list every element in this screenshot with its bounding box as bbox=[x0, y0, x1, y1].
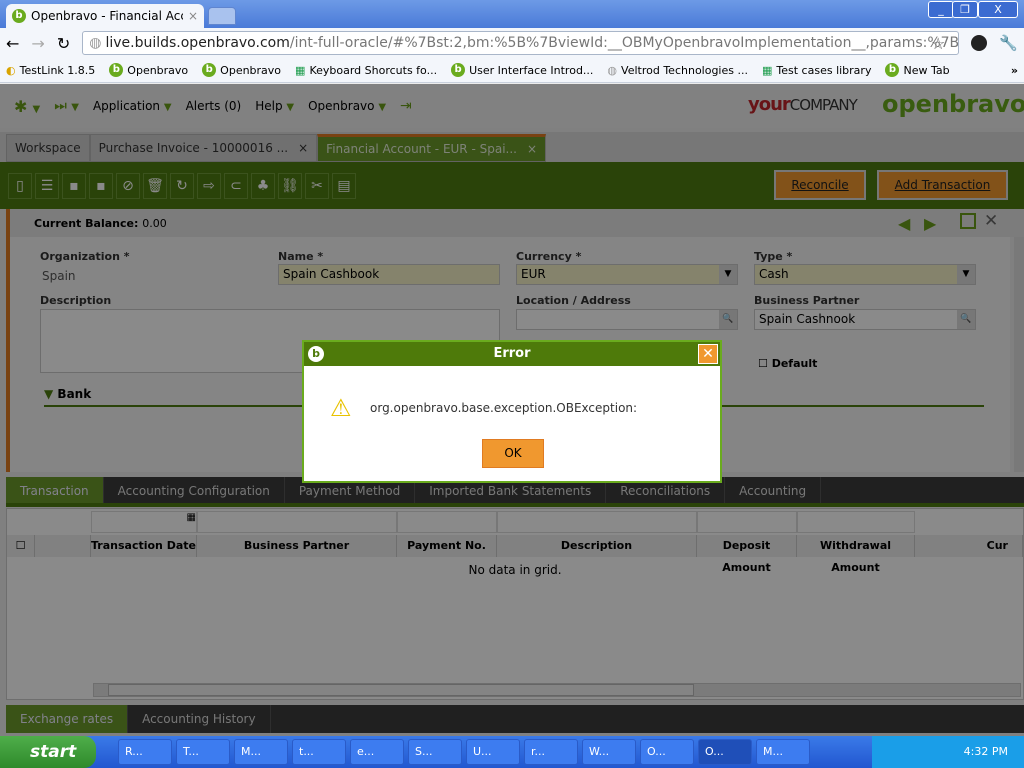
taskbar-item[interactable]: W... bbox=[582, 739, 636, 765]
ok-button[interactable]: OK bbox=[482, 439, 544, 468]
close-tab-icon[interactable]: × bbox=[188, 9, 198, 23]
reload-icon[interactable]: ↻ bbox=[57, 34, 70, 53]
globe-icon: ◍ bbox=[607, 63, 618, 77]
taskbar-item[interactable]: S... bbox=[408, 739, 462, 765]
bookmark[interactable]: ◐ TestLink 1.8.5 bbox=[6, 64, 95, 77]
taskbar-item[interactable]: e... bbox=[350, 739, 404, 765]
bookmark[interactable]: b Openbravo bbox=[109, 63, 188, 77]
more-bookmarks-icon[interactable]: » bbox=[1011, 64, 1018, 77]
close-window-button[interactable]: X bbox=[978, 1, 1018, 18]
bookmark[interactable]: ▦ Test cases library bbox=[762, 64, 871, 77]
globe-icon: ◍ bbox=[89, 35, 102, 51]
openbravo-icon: b bbox=[12, 9, 26, 23]
wrench-icon[interactable]: 🔧 bbox=[999, 34, 1018, 52]
taskbar-item[interactable]: M... bbox=[234, 739, 288, 765]
back-icon[interactable]: ← bbox=[6, 34, 19, 53]
browser-titlebar: bOpenbravo - Financial Account× _ ❐ X bbox=[0, 0, 1024, 28]
openbravo-icon: b bbox=[308, 346, 324, 362]
browser-tab[interactable]: bOpenbravo - Financial Account× bbox=[6, 4, 204, 28]
star-icon[interactable]: ☆ bbox=[931, 34, 945, 53]
bookmark[interactable]: b User Interface Introd... bbox=[451, 63, 593, 77]
taskbar: start R... T... M... t... e... S... U...… bbox=[0, 736, 1024, 768]
restore-button[interactable]: ❐ bbox=[952, 1, 978, 18]
warning-icon: ⚠ bbox=[330, 394, 352, 422]
taskbar-item[interactable]: O... bbox=[640, 739, 694, 765]
taskbar-item[interactable]: T... bbox=[176, 739, 230, 765]
extension-icon[interactable] bbox=[971, 35, 988, 51]
bookmark[interactable]: ◍ Veltrod Technologies ... bbox=[607, 64, 748, 77]
taskbar-item[interactable]: M... bbox=[756, 739, 810, 765]
openbravo-icon: b bbox=[109, 63, 124, 77]
new-tab-button[interactable] bbox=[208, 7, 236, 25]
error-message: org.openbravo.base.exception.OBException… bbox=[370, 401, 638, 415]
address-toolbar: ← → ↻ ◍ live.builds.openbravo.com/int-ful… bbox=[0, 28, 1024, 58]
minimize-button[interactable]: _ bbox=[928, 1, 954, 18]
taskbar-item[interactable]: U... bbox=[466, 739, 520, 765]
openbravo-icon: b bbox=[202, 63, 217, 77]
system-tray: 4:32 PM bbox=[872, 736, 1024, 768]
close-dialog-button[interactable]: ✕ bbox=[698, 344, 718, 364]
error-dialog: b Error ✕ ⚠ org.openbravo.base.exception… bbox=[302, 340, 722, 483]
bookmark[interactable]: b New Tab bbox=[885, 63, 950, 77]
sheet-icon: ▦ bbox=[761, 63, 773, 77]
openbravo-icon: b bbox=[885, 63, 900, 77]
testlink-icon: ◐ bbox=[6, 63, 16, 77]
bookmark[interactable]: ▦ Keyboard Shorcuts fo... bbox=[295, 64, 437, 77]
taskbar-item[interactable]: r... bbox=[524, 739, 578, 765]
taskbar-item-active[interactable]: O... bbox=[698, 739, 752, 765]
bookmark[interactable]: b Openbravo bbox=[202, 63, 281, 77]
dialog-titlebar: b Error ✕ bbox=[304, 342, 720, 366]
url-input[interactable]: ◍ live.builds.openbravo.com/int-full-orac… bbox=[82, 31, 959, 55]
taskbar-item[interactable]: t... bbox=[292, 739, 346, 765]
sheet-icon: ▦ bbox=[295, 63, 306, 77]
taskbar-item[interactable]: R... bbox=[118, 739, 172, 765]
forward-icon[interactable]: → bbox=[31, 34, 44, 53]
bookmarks-bar: ◐ TestLink 1.8.5 b Openbravo b Openbravo ▦ K… bbox=[0, 58, 1024, 83]
openbravo-icon: b bbox=[451, 63, 466, 77]
clock[interactable]: 4:32 PM bbox=[964, 745, 1008, 758]
start-button[interactable]: start bbox=[0, 736, 96, 768]
